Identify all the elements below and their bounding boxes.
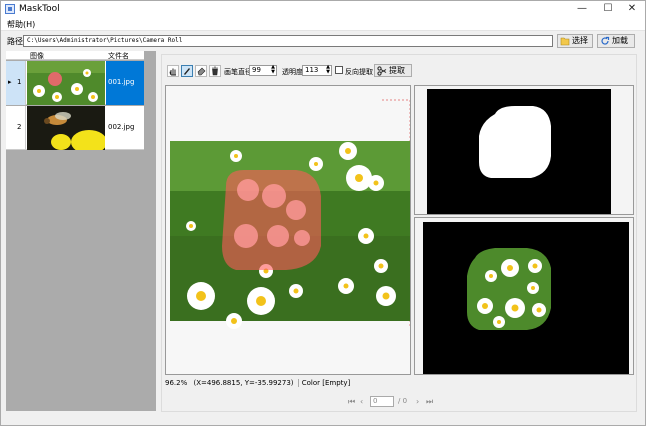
- extracted-preview: [414, 217, 634, 375]
- load-button-label: 加载: [612, 36, 628, 45]
- close-button[interactable]: ✕: [619, 1, 645, 17]
- header-filename: 文件名: [108, 52, 129, 60]
- status-bar: 96.2% (X=496.8815, Y=-35.99273) Color [E…: [165, 379, 351, 387]
- row-header[interactable]: 2: [6, 106, 26, 150]
- invert-extract-checkbox[interactable]: [335, 66, 343, 74]
- title-bar: MaskTool — ☐ ✕: [1, 1, 645, 17]
- extract-button-label: 提取: [389, 66, 405, 75]
- opacity-label: 透明度: [282, 68, 303, 76]
- trash-icon: [212, 66, 218, 76]
- zoom-level: 96.2%: [165, 379, 188, 387]
- pager: ⏮ ‹ 0 / 0 › ⏭: [348, 395, 442, 409]
- path-bar: 路径 C:\Users\Administrator\Pictures\Camer…: [1, 32, 645, 50]
- select-button[interactable]: 选择: [557, 34, 593, 48]
- header-image: 图像: [30, 52, 44, 60]
- folder-icon: [560, 37, 570, 46]
- invert-extract-label[interactable]: 反向提取: [345, 67, 373, 77]
- delete-button[interactable]: [209, 65, 221, 77]
- filename-cell[interactable]: 002.jpg: [106, 106, 144, 150]
- brush-icon: [184, 68, 190, 75]
- editor-area: 画笔直径 99 ▲ ▼ 透明度 113 ▲ ▼ 反向提取 提取 96.2% (X…: [161, 54, 637, 412]
- menu-bar: 帮助(H): [1, 17, 645, 31]
- row-index: 2: [17, 123, 22, 131]
- next-page-icon[interactable]: ›: [416, 397, 419, 406]
- menu-help[interactable]: 帮助(H): [7, 19, 35, 30]
- brush-diameter-value: 99: [252, 66, 261, 74]
- row-index: 1: [17, 78, 22, 86]
- hand-icon: [169, 68, 176, 76]
- mask-preview: [414, 85, 634, 215]
- load-button[interactable]: 加载: [597, 34, 635, 48]
- path-label: 路径: [7, 37, 23, 46]
- extract-button[interactable]: 提取: [374, 64, 412, 77]
- color-readout: Color [Empty]: [297, 379, 351, 387]
- window-title: MaskTool: [19, 4, 60, 14]
- brush-diameter-label: 画笔直径: [224, 68, 252, 76]
- prev-page-icon[interactable]: ‹: [360, 397, 363, 406]
- app-window: MaskTool — ☐ ✕ 帮助(H) 路径 C:\Users\Adminis…: [0, 0, 646, 426]
- spin-arrows-icon[interactable]: ▲ ▼: [271, 65, 275, 75]
- refresh-icon: [601, 36, 610, 45]
- editor-canvas[interactable]: [165, 85, 411, 375]
- maximize-button[interactable]: ☐: [595, 1, 621, 17]
- opacity-stepper[interactable]: 113 ▲ ▼: [302, 65, 332, 76]
- brush-tool-button[interactable]: [181, 65, 193, 77]
- last-page-icon[interactable]: ⏭: [426, 397, 433, 407]
- select-button-label: 选择: [572, 36, 588, 45]
- pan-tool-button[interactable]: [167, 65, 179, 77]
- spin-arrows-icon[interactable]: ▲ ▼: [326, 65, 330, 75]
- thumbnail-bee[interactable]: [27, 106, 105, 150]
- image-list-panel: 图像 文件名 ▸ 1 001.jpg 2 002.jpg: [6, 51, 156, 411]
- filename-cell[interactable]: 001.jpg: [106, 61, 144, 105]
- scissors-icon: [377, 66, 387, 76]
- toolbar: 画笔直径 99 ▲ ▼ 透明度 113 ▲ ▼ 反向提取 提取: [167, 64, 467, 79]
- grid-header: 图像 文件名: [6, 51, 144, 60]
- page-total: / 0: [398, 397, 408, 405]
- first-page-icon[interactable]: ⏮: [348, 397, 355, 407]
- path-input[interactable]: C:\Users\Administrator\Pictures\Camera R…: [23, 35, 553, 47]
- opacity-value: 113: [305, 66, 319, 74]
- row-header[interactable]: ▸ 1: [6, 61, 26, 105]
- thumbnail-daisies[interactable]: [27, 61, 105, 105]
- minimize-button[interactable]: —: [569, 1, 595, 17]
- current-row-marker-icon: ▸: [8, 78, 12, 86]
- brush-diameter-stepper[interactable]: 99 ▲ ▼: [249, 65, 277, 76]
- cursor-coordinates: (X=496.8815, Y=-35.99273): [193, 379, 294, 387]
- eraser-tool-button[interactable]: [195, 65, 207, 77]
- table-row[interactable]: ▸ 1 001.jpg: [6, 61, 144, 105]
- page-input[interactable]: 0: [370, 396, 394, 407]
- app-icon: [5, 4, 15, 14]
- table-row[interactable]: 2 002.jpg: [6, 106, 144, 150]
- eraser-icon: [197, 67, 206, 76]
